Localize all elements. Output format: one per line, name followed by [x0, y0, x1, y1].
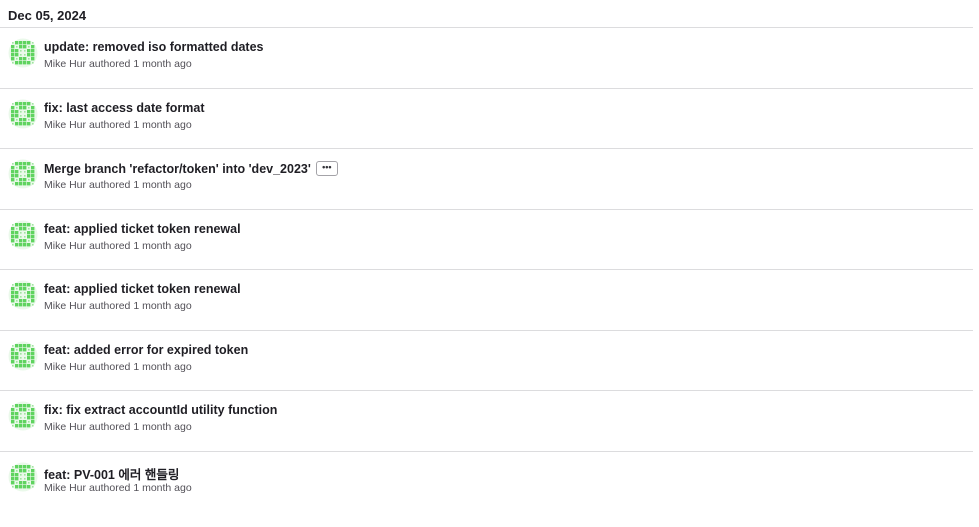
commit-time-text: 1 month ago [133, 360, 192, 373]
commit-meta: Mike Hur authored 1 month ago [44, 421, 192, 433]
identicon-avatar-icon[interactable] [8, 341, 38, 371]
commit-author-link[interactable]: Mike Hur [44, 361, 86, 373]
commit-meta: Mike Hur authored 1 month ago [44, 482, 192, 494]
identicon-avatar-icon[interactable] [8, 38, 38, 68]
commit-title-link[interactable]: feat: applied ticket token renewal [44, 282, 241, 296]
commit-row-8: feat: PV-001 에러 핸들링 Mike Hur authored 1 … [0, 452, 973, 513]
commit-row-3: Merge branch 'refactor/token' into 'dev_… [0, 149, 973, 210]
commit-action-text: authored [88, 179, 134, 191]
commit-meta: Mike Hur authored 1 month ago [44, 361, 192, 373]
commit-action-text: authored [88, 300, 134, 312]
commit-meta: Mike Hur authored 1 month ago [44, 119, 192, 131]
commit-title-container: feat: PV-001 에러 핸들링 [44, 464, 179, 483]
commit-list: update: removed iso formatted dates Mike… [0, 28, 973, 512]
commit-title-container: Merge branch 'refactor/token' into 'dev_… [44, 161, 338, 176]
commit-title-link[interactable]: Merge branch 'refactor/token' into 'dev_… [44, 162, 311, 176]
commit-title-link[interactable]: feat: PV-001 에러 핸들링 [44, 464, 179, 483]
commit-time-text: 1 month ago [133, 421, 192, 433]
commit-meta: Mike Hur authored 1 month ago [44, 240, 192, 252]
commit-action-text: authored [88, 58, 134, 70]
commit-action-text: authored [88, 421, 134, 433]
commit-row-5: feat: applied ticket token renewal Mike … [0, 270, 973, 331]
commit-title-container: feat: applied ticket token renewal [44, 282, 241, 296]
commit-author-link[interactable]: Mike Hur [44, 240, 86, 252]
identicon-avatar-icon[interactable] [8, 99, 38, 129]
commit-author-link[interactable]: Mike Hur [44, 482, 86, 494]
commit-action-text: authored [88, 239, 134, 252]
commit-meta: Mike Hur authored 1 month ago [44, 58, 192, 70]
commit-title-link[interactable]: feat: applied ticket token renewal [44, 222, 241, 236]
commit-title-link[interactable]: feat: added error for expired token [44, 343, 248, 357]
commit-row-2: fix: last access date format Mike Hur au… [0, 89, 973, 149]
commit-author-link[interactable]: Mike Hur [44, 421, 86, 433]
commit-author-link[interactable]: Mike Hur [44, 300, 86, 312]
commit-title-container: update: removed iso formatted dates [44, 40, 264, 54]
identicon-avatar-icon[interactable] [8, 401, 38, 431]
commit-time-text: 1 month ago [133, 118, 192, 131]
commit-row-7: fix: fix extract accountId utility funct… [0, 391, 973, 452]
commit-action-text: authored [88, 360, 134, 373]
identicon-avatar-icon[interactable] [8, 462, 38, 492]
commit-time-text: 1 month ago [133, 481, 192, 494]
identicon-avatar-icon[interactable] [8, 159, 38, 189]
commit-row-4: feat: applied ticket token renewal Mike … [0, 210, 973, 270]
commit-row-1: update: removed iso formatted dates Mike… [0, 28, 973, 89]
commit-title-link[interactable]: update: removed iso formatted dates [44, 40, 264, 54]
commit-title-container: fix: fix extract accountId utility funct… [44, 403, 277, 417]
commit-title-container: fix: last access date format [44, 101, 205, 115]
commit-meta: Mike Hur authored 1 month ago [44, 179, 192, 191]
date-header-label: Dec 05, 2024 [8, 8, 87, 23]
commit-time-text: 1 month ago [133, 58, 192, 70]
commit-author-link[interactable]: Mike Hur [44, 179, 86, 191]
commit-action-text: authored [88, 481, 134, 494]
date-header: Dec 05, 2024 [0, 0, 973, 28]
commit-title-container: feat: applied ticket token renewal [44, 222, 241, 236]
commit-action-text: authored [88, 118, 134, 131]
identicon-avatar-icon[interactable] [8, 280, 38, 310]
commit-title-link[interactable]: fix: fix extract accountId utility funct… [44, 403, 277, 417]
commit-author-link[interactable]: Mike Hur [44, 119, 86, 131]
expand-description-button[interactable]: ••• [315, 161, 338, 176]
commit-time-text: 1 month ago [133, 300, 192, 312]
commit-title-container: feat: added error for expired token [44, 343, 248, 357]
identicon-avatar-icon[interactable] [8, 220, 38, 250]
commit-time-text: 1 month ago [133, 179, 192, 191]
commit-author-link[interactable]: Mike Hur [44, 58, 86, 70]
commit-time-text: 1 month ago [133, 239, 192, 252]
commit-title-link[interactable]: fix: last access date format [44, 101, 205, 115]
commit-meta: Mike Hur authored 1 month ago [44, 300, 192, 312]
commit-row-6: feat: added error for expired token Mike… [0, 331, 973, 391]
